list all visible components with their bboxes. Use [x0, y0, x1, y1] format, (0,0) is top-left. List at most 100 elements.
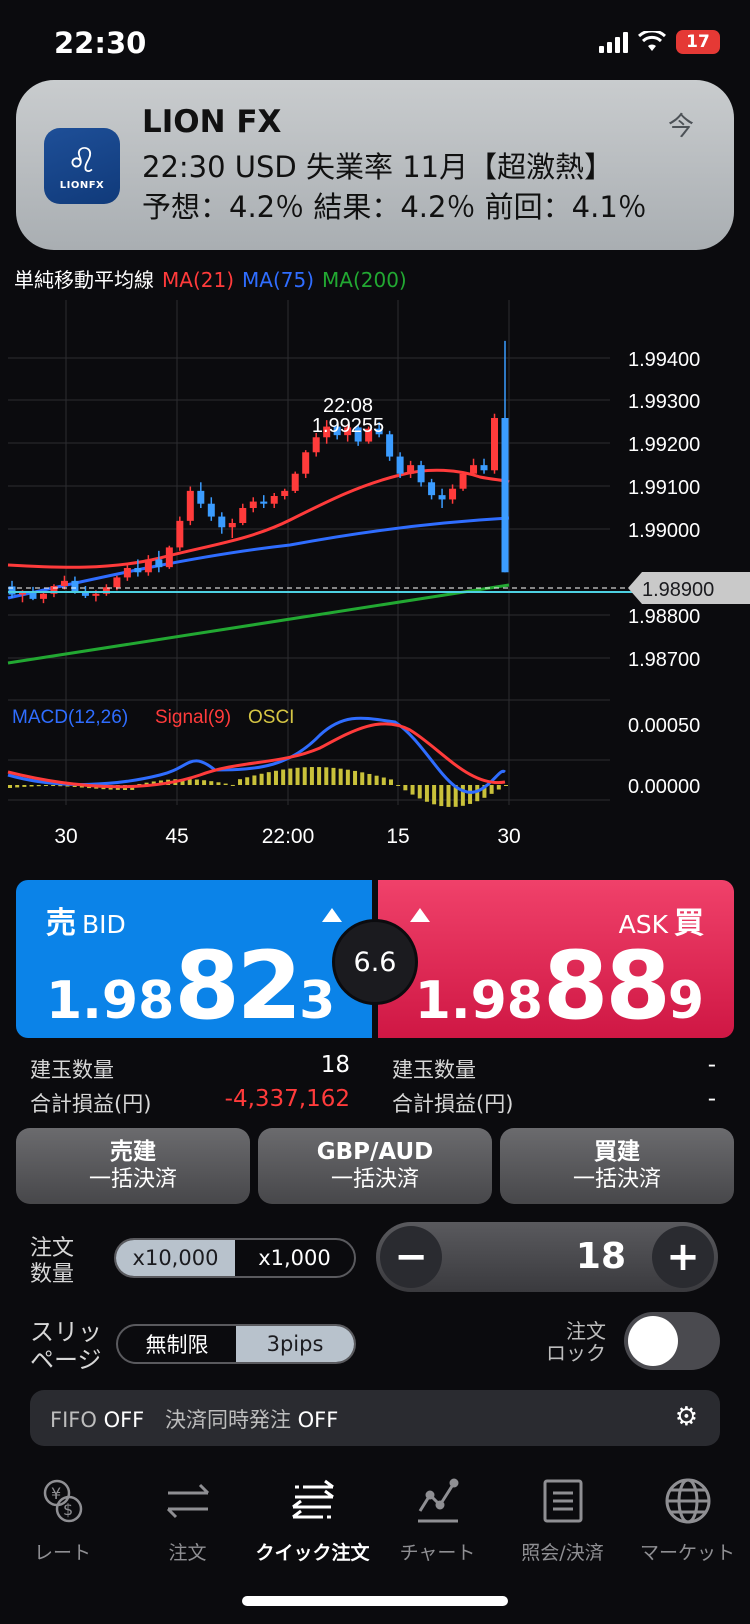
- candle-body: [449, 488, 457, 500]
- status-icons: 17: [599, 30, 720, 54]
- plus-button[interactable]: +: [652, 1226, 714, 1288]
- osci-bar: [266, 772, 271, 785]
- tab-inquiry-settlement[interactable]: 照会/決済: [500, 1470, 625, 1565]
- osci-bar: [374, 775, 379, 785]
- price-tick: 1.99400: [628, 349, 700, 371]
- candle-body: [438, 495, 446, 500]
- candle-body: [501, 418, 509, 573]
- high-time-label: 22:08: [323, 395, 373, 417]
- osci-bar: [410, 785, 415, 795]
- osci-bar: [396, 785, 401, 786]
- buy-bulk-settle-button[interactable]: 買建 一括決済: [500, 1128, 734, 1204]
- order-qty-label: 注文 数量: [30, 1236, 75, 1287]
- bid-label: 売 BID: [46, 906, 126, 941]
- battery-indicator: 17: [676, 30, 720, 54]
- osci-bar: [460, 785, 465, 806]
- osci-bar: [324, 767, 329, 785]
- macd-tick: 0.00050: [628, 715, 700, 737]
- sell-bid-button[interactable]: 売 BID 1.98823: [16, 880, 372, 1038]
- osci-bar: [309, 767, 314, 785]
- unit-1000-option[interactable]: x1,000: [235, 1240, 354, 1276]
- order-lock-toggle[interactable]: [624, 1312, 720, 1370]
- osci-bar: [432, 785, 437, 805]
- tab-market[interactable]: マーケット: [625, 1470, 750, 1565]
- osci-bar: [245, 777, 250, 785]
- notification-banner[interactable]: ♌ LIONFX LION FX 今 22:30 USD 失業率 11月【超激熱…: [16, 80, 734, 250]
- candle-body: [113, 577, 121, 588]
- slippage-unlimited-option[interactable]: 無制限: [118, 1326, 236, 1362]
- ask-price: 1.98889: [414, 932, 704, 1041]
- lion-logo-icon: ♌: [66, 140, 98, 181]
- candle-body: [312, 437, 320, 453]
- price-chart[interactable]: 1.99400 1.99300 1.99200 1.99100 1.99000 …: [0, 290, 750, 870]
- candle-body: [470, 465, 478, 474]
- minus-button[interactable]: −: [380, 1226, 442, 1288]
- macd-legend: MACD(12,26): [12, 707, 128, 728]
- candle-body: [123, 568, 131, 578]
- unit-10000-option[interactable]: x10,000: [116, 1240, 235, 1276]
- candle-body: [155, 559, 163, 568]
- price-tick: 1.99300: [628, 391, 700, 413]
- candle-body: [480, 465, 488, 471]
- tab-chart[interactable]: チャート: [375, 1470, 500, 1565]
- time-tick: 30: [54, 825, 77, 848]
- osci-bar: [353, 770, 358, 785]
- pair-bulk-settle-button[interactable]: GBP/AUD 一括決済: [258, 1128, 492, 1204]
- sell-bulk-settle-button[interactable]: 売建 一括決済: [16, 1128, 250, 1204]
- candle-body: [291, 473, 299, 491]
- wifi-icon: [638, 31, 666, 51]
- time-tick: 15: [386, 825, 409, 848]
- home-indicator: [242, 1596, 508, 1606]
- candle-body: [417, 465, 425, 483]
- osci-bar: [252, 775, 257, 785]
- osci-bar: [230, 784, 235, 786]
- osci-bar: [36, 785, 41, 787]
- fifo-settings-bar[interactable]: FIFO OFF 決済同時発注 OFF ⚙: [30, 1390, 720, 1446]
- price-tick: 1.99200: [628, 434, 700, 456]
- candle-body: [218, 516, 226, 528]
- osci-bar: [288, 768, 293, 785]
- osci-bar: [489, 785, 494, 794]
- osci-bar: [345, 769, 350, 785]
- tab-quick-order[interactable]: クイック注文: [250, 1470, 375, 1565]
- status-bar: 22:30 17: [0, 0, 750, 90]
- simultaneous-order-label: 決済同時発注: [164, 1408, 291, 1432]
- buy-pl-label: 合計損益(円): [392, 1092, 514, 1116]
- osci-bar: [259, 773, 264, 785]
- candle-body: [134, 568, 142, 573]
- gear-icon[interactable]: ⚙: [675, 1402, 698, 1432]
- candle-body: [60, 580, 68, 586]
- current-price-tag: 1.98900: [628, 572, 750, 604]
- osci-bar: [496, 785, 501, 790]
- time-tick: 22:00: [262, 825, 315, 848]
- price-tick: 1.98800: [628, 606, 700, 628]
- swap-arrows-icon: [125, 1470, 250, 1532]
- quote-panel: 売 BID 1.98823 ASK 買 1.98889 6.6: [16, 880, 734, 1038]
- bid-up-arrow-icon: [322, 908, 342, 922]
- candle-body: [302, 452, 310, 474]
- candle-body: [144, 559, 152, 573]
- osci-bar: [381, 777, 386, 785]
- buy-ask-button[interactable]: ASK 買 1.98889: [378, 880, 734, 1038]
- quantity-value[interactable]: 18: [576, 1236, 626, 1277]
- osci-bar: [15, 785, 20, 788]
- quick-swap-icon: [250, 1470, 375, 1532]
- sell-qty-label: 建玉数量: [30, 1058, 114, 1082]
- osci-bar: [417, 785, 422, 799]
- osci-bar: [194, 779, 199, 785]
- ask-up-arrow-icon: [410, 908, 430, 922]
- price-tick: 1.99000: [628, 520, 700, 542]
- candle-body: [165, 547, 173, 568]
- slippage-3pips-option[interactable]: 3pips: [236, 1326, 354, 1362]
- candle-body: [228, 523, 236, 528]
- candle-body: [186, 490, 194, 521]
- osci-bar: [223, 783, 228, 785]
- signal-legend: Signal(9): [155, 707, 231, 728]
- line-chart-icon: [375, 1470, 500, 1532]
- candle-body: [396, 456, 404, 474]
- list-document-icon: [500, 1470, 625, 1532]
- tab-rate[interactable]: ¥ $ レート: [0, 1470, 125, 1565]
- tab-order[interactable]: 注文: [125, 1470, 250, 1565]
- osci-bar: [8, 785, 12, 788]
- osci-bar: [424, 785, 429, 802]
